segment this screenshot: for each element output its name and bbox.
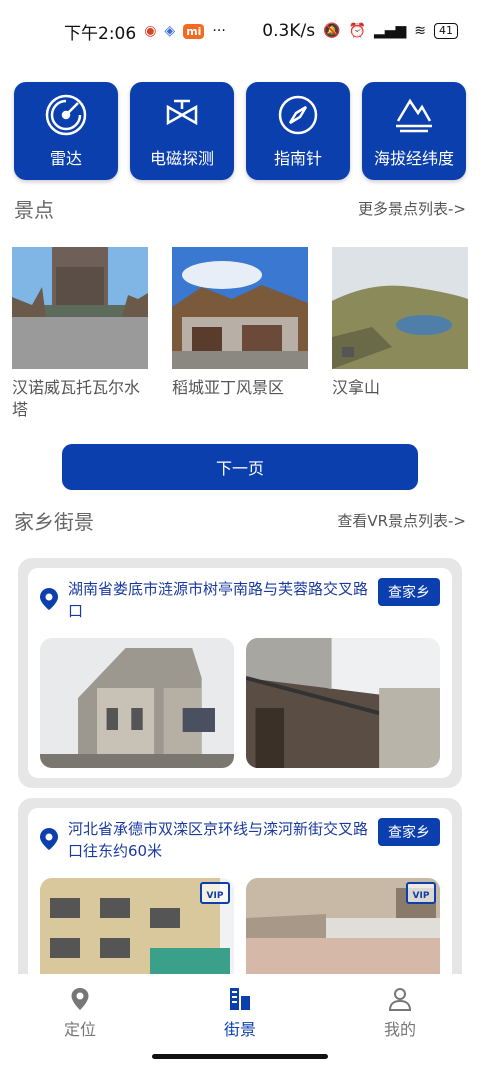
radar-icon (45, 94, 87, 136)
mute-icon: 🔕 (323, 23, 341, 39)
scenic-photo (172, 247, 308, 369)
mi-app-icon: mi (183, 23, 205, 39)
location-pin-icon (40, 588, 58, 610)
scenic-photo (12, 247, 148, 369)
tool-emf-button[interactable]: 电磁探测 (130, 82, 234, 180)
scenic-name: 汉拿山 (332, 378, 381, 397)
street-title: 家乡街景 (14, 510, 94, 534)
battery-indicator: 41 (434, 23, 458, 39)
vip-badge-icon: VIP (200, 882, 230, 904)
altitude-icon (396, 98, 432, 133)
tool-label: 指南针 (273, 149, 322, 168)
location-pin-icon (40, 828, 58, 850)
signal-icon: ▂▄▆ (373, 23, 407, 39)
street-card[interactable]: 湖南省娄底市涟源市树亭南路与芙蓉路交叉路口 查家乡 (18, 558, 462, 788)
street-photo[interactable] (246, 638, 440, 768)
status-bar: 下午2:06 ◉ ◈ mi ··· 0.3K/s 🔕 ⏰ ▂▄▆ ≋ 41 (0, 0, 480, 62)
network-speed: 0.3K/s (262, 21, 316, 41)
check-hometown-button[interactable]: 查家乡 (378, 578, 440, 606)
tool-radar-button[interactable]: 雷达 (14, 82, 118, 180)
scenic-name: 稻城亚丁风景区 (172, 378, 285, 397)
home-indicator[interactable] (152, 1054, 328, 1059)
more-notifications-icon: ··· (212, 23, 226, 39)
check-hometown-button[interactable]: 查家乡 (378, 818, 440, 846)
scenic-card[interactable]: 汉诺威瓦托瓦尔水塔 (12, 247, 148, 421)
tool-label: 雷达 (49, 149, 82, 168)
scenic-name: 汉诺威瓦托瓦尔水塔 (12, 378, 141, 419)
location-pin-icon (71, 988, 89, 1010)
tool-label: 电磁探测 (149, 149, 214, 168)
nav-label: 定位 (63, 1020, 96, 1039)
nav-label: 我的 (383, 1020, 416, 1039)
buildings-icon (230, 988, 250, 1010)
scenic-photo (332, 247, 468, 369)
scenic-title: 景点 (14, 198, 54, 222)
wifi-icon: ≋ (414, 23, 426, 39)
status-time: 下午2:06 (64, 23, 137, 44)
notification-app-icon: ◉ (144, 23, 157, 39)
more-scenic-link[interactable]: 更多景点列表-> (358, 198, 466, 219)
vr-list-link[interactable]: 查看VR景点列表-> (337, 510, 466, 531)
scenic-list: 汉诺威瓦托瓦尔水塔 稻城亚丁风景区 汉拿山 (12, 247, 468, 421)
tool-compass-button[interactable]: 指南针 (246, 82, 350, 180)
street-header: 家乡街景 查看VR景点列表-> (14, 506, 466, 535)
alarm-icon: ⏰ (348, 23, 366, 39)
next-page-button[interactable]: 下一页 (62, 444, 418, 490)
scenic-card[interactable]: 稻城亚丁风景区 (172, 247, 308, 421)
tool-grid: 雷达 电磁探测 指南针 海拔经纬度 (14, 82, 466, 180)
vip-badge-icon: VIP (406, 882, 436, 904)
scenic-header: 景点 更多景点列表-> (14, 194, 466, 223)
scenic-card[interactable]: 汉拿山 (332, 247, 468, 421)
nav-location[interactable]: 定位 (30, 986, 130, 1067)
tool-altitude-button[interactable]: 海拔经纬度 (362, 82, 466, 180)
street-address: 湖南省娄底市涟源市树亭南路与芙蓉路交叉路口 (68, 580, 369, 620)
compass-icon (278, 95, 318, 135)
user-icon (388, 988, 412, 1011)
tool-label: 海拔经纬度 (373, 149, 454, 168)
nav-profile[interactable]: 我的 (350, 986, 450, 1067)
street-photo[interactable] (40, 638, 234, 768)
notification-app-icon: ◈ (164, 23, 176, 39)
nav-label: 街景 (223, 1020, 256, 1039)
street-address: 河北省承德市双滦区京环线与滦河新街交叉路口往东约60米 (68, 820, 369, 860)
emf-detector-icon (166, 99, 198, 126)
